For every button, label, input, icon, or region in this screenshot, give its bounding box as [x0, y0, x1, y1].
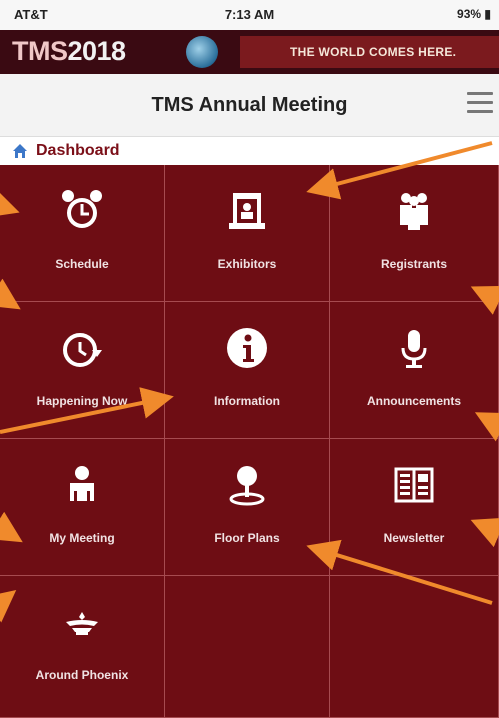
- battery-indicator: 93% ▮: [457, 7, 491, 21]
- status-bar: AT&T 7:13 AM 93% ▮: [0, 0, 499, 30]
- banner-brand-year: 2018: [67, 36, 127, 66]
- tile-announcements[interactable]: Announcements: [330, 302, 499, 439]
- info-icon: [165, 324, 329, 380]
- breadcrumb-label: Dashboard: [36, 142, 120, 159]
- empty-tile: [330, 576, 499, 718]
- phoenix-icon: [0, 598, 164, 654]
- event-banner: TMS2018 THE WORLD COMES HERE.: [0, 30, 499, 74]
- tile-information[interactable]: Information: [165, 302, 330, 439]
- banner-brand: TMS2018: [12, 36, 126, 67]
- tile-label: Schedule: [55, 257, 109, 271]
- breadcrumb[interactable]: Dashboard: [0, 137, 499, 165]
- tile-schedule[interactable]: Schedule: [0, 165, 165, 302]
- tile-label: Information: [214, 394, 280, 408]
- banner-brand-prefix: TMS: [12, 36, 68, 66]
- dashboard-grid: Schedule Exhibitors Registrants Happenin…: [0, 165, 499, 718]
- tile-floor-plans[interactable]: Floor Plans: [165, 439, 330, 576]
- tile-happening-now[interactable]: Happening Now: [0, 302, 165, 439]
- tile-label: Newsletter: [383, 531, 445, 545]
- tile-exhibitors[interactable]: Exhibitors: [165, 165, 330, 302]
- newsletter-icon: [330, 461, 498, 517]
- tile-label: Announcements: [366, 394, 461, 408]
- people-icon: [330, 187, 498, 243]
- tile-registrants[interactable]: Registrants: [330, 165, 499, 302]
- microphone-icon: [330, 324, 498, 380]
- tile-label: Floor Plans: [214, 531, 280, 545]
- battery-percent: 93%: [457, 7, 482, 21]
- globe-icon: [186, 36, 218, 68]
- hamburger-menu-icon[interactable]: [467, 92, 493, 114]
- tile-my-meeting[interactable]: My Meeting: [0, 439, 165, 576]
- home-icon: [13, 144, 27, 158]
- status-time: 7:13 AM: [224, 7, 275, 22]
- map-pin-icon: [165, 461, 329, 517]
- nav-bar: TMS Annual Meeting: [0, 74, 499, 137]
- tile-label: Happening Now: [36, 394, 128, 408]
- tile-label: Around Phoenix: [35, 668, 129, 682]
- empty-tile: [165, 576, 330, 718]
- exhibit-booth-icon: [165, 187, 329, 243]
- clock-arrow-icon: [0, 324, 164, 380]
- tile-label: Registrants: [380, 257, 448, 271]
- tile-around-phoenix[interactable]: Around Phoenix: [0, 576, 165, 718]
- alarm-clock-icon: [0, 187, 164, 243]
- tile-label: My Meeting: [49, 531, 115, 545]
- banner-tagline: THE WORLD COMES HERE.: [290, 45, 457, 59]
- tile-newsletter[interactable]: Newsletter: [330, 439, 499, 576]
- tile-label: Exhibitors: [217, 257, 277, 271]
- page-title: TMS Annual Meeting: [151, 94, 348, 116]
- person-icon: [0, 461, 164, 517]
